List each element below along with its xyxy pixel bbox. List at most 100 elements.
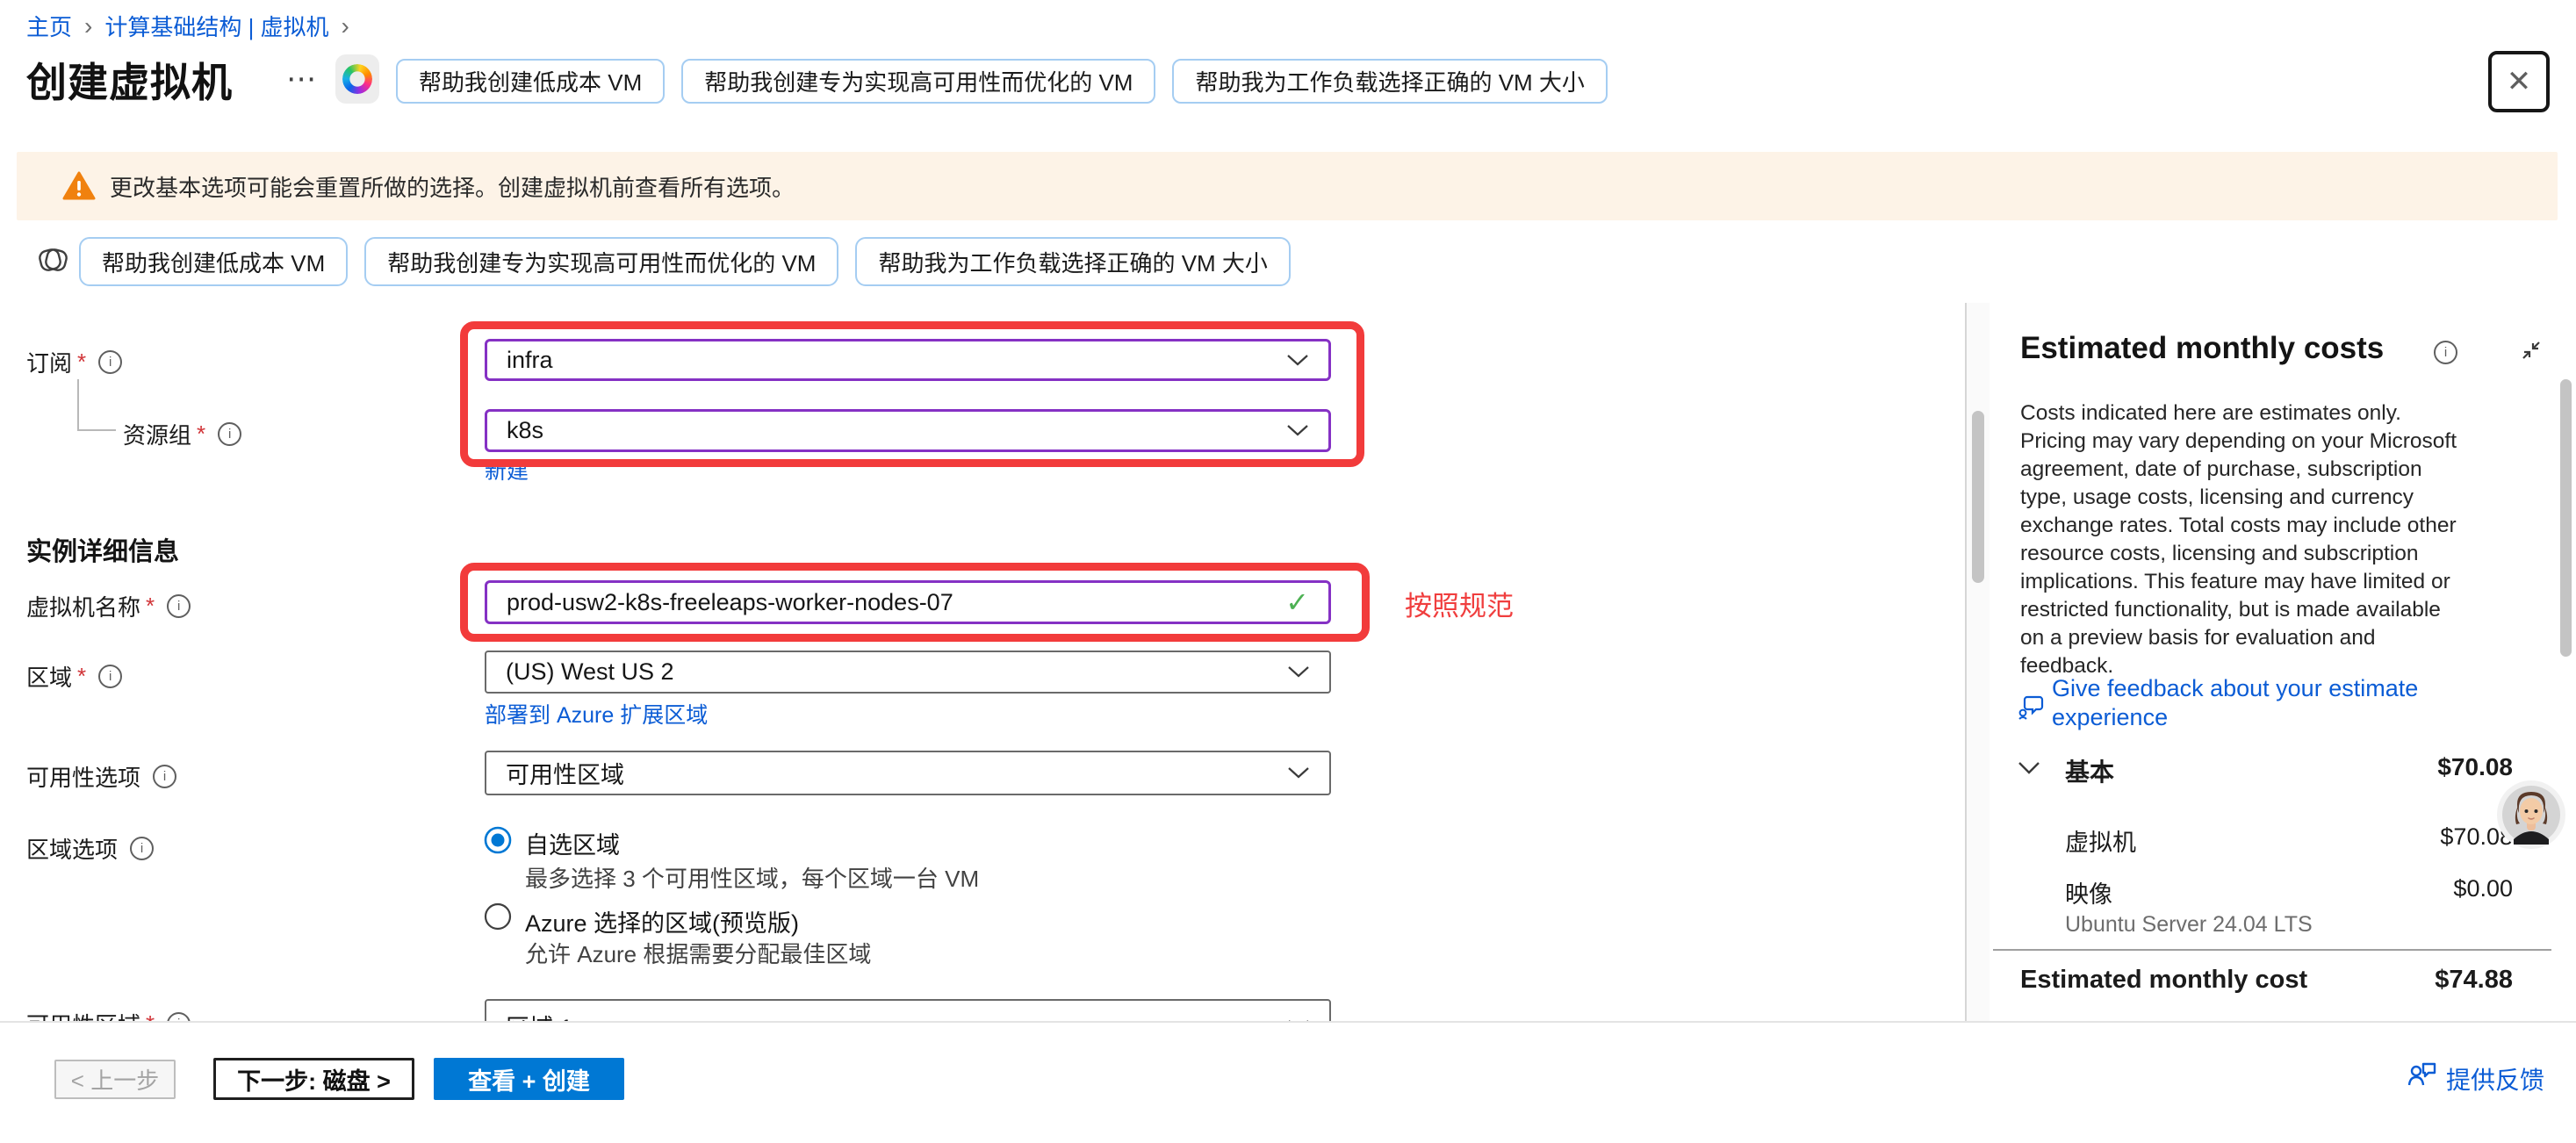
required-asterisk: * bbox=[197, 421, 205, 448]
info-icon[interactable]: i bbox=[167, 1012, 191, 1021]
close-button[interactable]: ✕ bbox=[2488, 51, 2550, 112]
region-value: (US) West US 2 bbox=[506, 658, 674, 686]
collapse-panel-icon[interactable] bbox=[2518, 337, 2544, 363]
resource-group-dropdown[interactable]: k8s bbox=[485, 409, 1331, 452]
availability-zone-label: 可用性区域 * i bbox=[26, 1008, 191, 1021]
availability-zone-dropdown[interactable]: 区域 1 bbox=[485, 999, 1331, 1021]
availability-options-label: 可用性选项 i bbox=[26, 760, 176, 793]
copilot-icon bbox=[342, 64, 372, 94]
copilot-outline-icon bbox=[35, 242, 70, 277]
resource-group-label-text: 资源组 bbox=[123, 418, 191, 450]
tree-connector-vertical bbox=[77, 379, 79, 431]
resource-group-value: k8s bbox=[507, 417, 543, 444]
required-asterisk: * bbox=[77, 349, 86, 376]
breadcrumb-home-link[interactable]: 主页 bbox=[26, 10, 72, 42]
close-icon: ✕ bbox=[2507, 64, 2532, 99]
region-dropdown[interactable]: (US) West US 2 bbox=[485, 651, 1331, 694]
info-icon[interactable]: i bbox=[98, 665, 122, 688]
cost-item-label: 虚拟机 bbox=[2065, 823, 2136, 858]
suggestion-right-vm-size-button[interactable]: 帮助我为工作负载选择正确的 VM 大小 bbox=[855, 237, 1290, 286]
suggestion-high-availability-button[interactable]: 帮助我创建专为实现高可用性而优化的 VM bbox=[681, 59, 1155, 104]
valid-check-icon: ✓ bbox=[1285, 586, 1309, 619]
required-asterisk: * bbox=[146, 593, 155, 620]
availability-zone-value: 区域 1 bbox=[506, 1009, 573, 1022]
availability-options-value: 可用性区域 bbox=[506, 756, 624, 790]
warning-banner: 更改基本选项可能会重置所做的选择。创建虚拟机前查看所有选项。 bbox=[17, 152, 2558, 220]
availability-options-label-text: 可用性选项 bbox=[26, 760, 140, 793]
radio-azure-selected-zones-label[interactable]: Azure 选择的区域(预览版) bbox=[525, 904, 799, 938]
chevron-down-icon bbox=[1287, 665, 1310, 679]
info-icon[interactable]: i bbox=[153, 765, 176, 788]
page-title: 创建虚拟机 bbox=[26, 51, 233, 109]
info-icon[interactable]: i bbox=[167, 594, 191, 618]
review-create-button[interactable]: 查看 + 创建 bbox=[434, 1058, 624, 1100]
chevron-down-icon bbox=[1286, 424, 1309, 437]
cost-panel-description: Costs indicated here are estimates only.… bbox=[2020, 399, 2459, 680]
chevron-right-icon: › bbox=[342, 12, 349, 40]
subscription-label: 订阅* i bbox=[26, 346, 122, 378]
create-new-resource-group-link[interactable]: 新建 bbox=[485, 454, 529, 485]
breadcrumb-compute-link[interactable]: 计算基础结构 | 虚拟机 bbox=[104, 10, 328, 42]
info-icon[interactable]: i bbox=[98, 350, 122, 374]
vm-name-input[interactable]: prod-usw2-k8s-freeleaps-worker-nodes-07 … bbox=[485, 580, 1331, 624]
next-disks-button[interactable]: 下一步: 磁盘 > bbox=[213, 1058, 414, 1100]
radio-azure-selected-zones-desc: 允许 Azure 根据需要分配最佳区域 bbox=[525, 937, 871, 969]
presenter-avatar bbox=[2497, 780, 2565, 849]
tree-connector-horizontal bbox=[77, 429, 116, 431]
cost-item-sub: Ubuntu Server 24.04 LTS bbox=[2065, 912, 2313, 938]
cost-total-label: Estimated monthly cost bbox=[2020, 966, 2307, 995]
vm-name-label-text: 虚拟机名称 bbox=[26, 590, 140, 622]
suggestion-low-cost-vm-button[interactable]: 帮助我创建低成本 VM bbox=[79, 237, 348, 286]
estimate-feedback-link[interactable]: Give feedback about your estimate experi… bbox=[2052, 674, 2464, 732]
speech-bubbles-icon bbox=[2017, 692, 2047, 722]
warning-triangle-icon bbox=[62, 171, 96, 201]
suggestion-low-cost-vm-button[interactable]: 帮助我创建低成本 VM bbox=[396, 59, 665, 104]
warning-text: 更改基本选项可能会重置所做的选择。创建虚拟机前查看所有选项。 bbox=[110, 170, 795, 203]
cost-group-label[interactable]: 基本 bbox=[2065, 753, 2114, 788]
person-feedback-icon bbox=[2406, 1059, 2439, 1092]
region-label-text: 区域 bbox=[26, 660, 72, 693]
vm-name-value: prod-usw2-k8s-freeleaps-worker-nodes-07 bbox=[507, 589, 953, 616]
vm-name-label: 虚拟机名称* i bbox=[26, 590, 191, 622]
main-scrollbar-thumb[interactable] bbox=[1972, 411, 1984, 583]
copilot-suggestions-header: 帮助我创建低成本 VM 帮助我创建专为实现高可用性而优化的 VM 帮助我为工作负… bbox=[396, 59, 1608, 104]
chevron-down-icon[interactable] bbox=[2017, 760, 2041, 776]
suggestion-high-availability-button[interactable]: 帮助我创建专为实现高可用性而优化的 VM bbox=[364, 237, 838, 286]
previous-button[interactable]: < 上一步 bbox=[54, 1060, 176, 1099]
radio-self-select-zones[interactable] bbox=[483, 825, 513, 855]
info-icon[interactable]: i bbox=[130, 837, 154, 860]
avatar-icon bbox=[2501, 785, 2561, 845]
zone-options-label: 区域选项 i bbox=[26, 832, 154, 865]
copilot-suggestions-inline: 帮助我创建低成本 VM 帮助我创建专为实现高可用性而优化的 VM 帮助我为工作负… bbox=[79, 237, 1291, 286]
subscription-dropdown[interactable]: infra bbox=[485, 339, 1331, 381]
chevron-down-icon bbox=[1287, 766, 1310, 780]
subscription-value: infra bbox=[507, 347, 553, 374]
cost-group-amount: $70.08 bbox=[2437, 753, 2513, 781]
panel-scrollbar-thumb[interactable] bbox=[2560, 379, 2572, 657]
zone-options-label-text: 区域选项 bbox=[26, 832, 118, 865]
instance-details-heading: 实例详细信息 bbox=[26, 531, 179, 568]
chevron-down-icon bbox=[1286, 354, 1309, 367]
cost-item-amount: $0.00 bbox=[2453, 875, 2513, 902]
availability-options-dropdown[interactable]: 可用性区域 bbox=[485, 751, 1331, 795]
cost-total-amount: $74.88 bbox=[2435, 966, 2513, 995]
required-asterisk: * bbox=[146, 1010, 155, 1021]
footer-divider bbox=[0, 1021, 2576, 1023]
copilot-button[interactable] bbox=[335, 54, 379, 104]
cost-panel-title: Estimated monthly costs bbox=[2020, 331, 2384, 366]
suggestion-right-vm-size-button[interactable]: 帮助我为工作负载选择正确的 VM 大小 bbox=[1172, 59, 1607, 104]
info-icon[interactable]: i bbox=[218, 422, 241, 446]
breadcrumb: 主页 › 计算基础结构 | 虚拟机 › bbox=[26, 10, 362, 42]
radio-self-select-zones-desc: 最多选择 3 个可用性区域，每个区域一台 VM bbox=[525, 861, 979, 894]
radio-azure-selected-zones[interactable] bbox=[483, 902, 513, 931]
subscription-label-text: 订阅 bbox=[26, 346, 72, 378]
more-options-button[interactable]: ⋯ bbox=[286, 61, 319, 97]
vm-name-annotation: 按照规范 bbox=[1405, 584, 1514, 623]
radio-self-select-zones-label[interactable]: 自选区域 bbox=[525, 826, 620, 860]
availability-zone-label-text: 可用性区域 bbox=[26, 1008, 140, 1021]
clipped-form-row: 可用性区域 * i 区域 1 bbox=[0, 983, 1493, 1021]
provide-feedback-link[interactable]: 提供反馈 bbox=[2446, 1061, 2544, 1096]
required-asterisk: * bbox=[77, 663, 86, 690]
deploy-edge-zone-link[interactable]: 部署到 Azure 扩展区域 bbox=[485, 698, 708, 730]
info-icon[interactable]: i bbox=[2434, 341, 2457, 364]
